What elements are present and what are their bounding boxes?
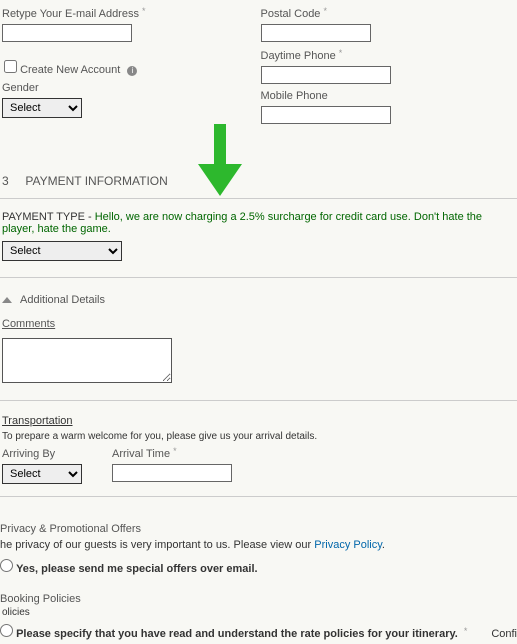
transportation-desc: To prepare a warm welcome for you, pleas… xyxy=(0,429,517,444)
caret-up-icon xyxy=(2,297,12,303)
daytime-phone-label: Daytime Phone xyxy=(261,50,336,62)
offers-label: Yes, please send me special offers over … xyxy=(16,563,258,575)
gender-label: Gender xyxy=(2,82,39,94)
separator xyxy=(0,400,517,401)
postal-code-input[interactable] xyxy=(261,24,371,42)
retype-email-label: Retype Your E-mail Address xyxy=(2,8,139,20)
privacy-policy-link[interactable]: Privacy Policy xyxy=(314,539,382,551)
payment-type-select[interactable]: Select xyxy=(2,241,122,261)
daytime-phone-input[interactable] xyxy=(261,66,391,84)
gender-select[interactable]: Select xyxy=(2,98,82,118)
booking-sub: olicies xyxy=(0,605,517,620)
confirm-fragment: Confi xyxy=(491,628,517,640)
comments-textarea[interactable] xyxy=(2,338,172,383)
section-header-payment: 3 PAYMENT INFORMATION xyxy=(0,154,517,199)
booking-heading: Booking Policies xyxy=(0,579,517,605)
postal-code-label: Postal Code xyxy=(261,8,321,20)
additional-details-label: Additional Details xyxy=(20,294,105,306)
arriving-by-select[interactable]: Select xyxy=(2,464,82,484)
create-account-checkbox[interactable] xyxy=(4,60,17,73)
policies-radio[interactable] xyxy=(0,624,13,637)
transportation-heading: Transportation xyxy=(0,413,517,429)
privacy-text-end: . xyxy=(382,539,385,551)
comments-label: Comments xyxy=(2,318,55,330)
mobile-phone-input[interactable] xyxy=(261,106,391,124)
privacy-heading: Privacy & Promotional Offers xyxy=(0,509,517,535)
mobile-phone-label: Mobile Phone xyxy=(261,90,328,102)
required-asterisk: * xyxy=(464,626,468,636)
required-asterisk: * xyxy=(142,6,146,16)
retype-email-input[interactable] xyxy=(2,24,132,42)
info-icon[interactable]: i xyxy=(127,66,137,76)
separator xyxy=(0,496,517,497)
section-number: 3 xyxy=(2,174,22,188)
payment-type-label: PAYMENT TYPE - xyxy=(2,211,95,223)
separator xyxy=(0,277,517,278)
required-asterisk: * xyxy=(323,6,327,16)
additional-details-toggle[interactable]: Additional Details xyxy=(0,290,517,310)
privacy-text: he privacy of our guests is very importa… xyxy=(0,539,314,551)
create-account-label: Create New Account xyxy=(20,64,120,76)
arrival-time-input[interactable] xyxy=(112,464,232,482)
section-title: PAYMENT INFORMATION xyxy=(25,174,167,188)
required-asterisk: * xyxy=(173,446,177,456)
required-asterisk: * xyxy=(339,48,343,58)
policies-label: Please specify that you have read and un… xyxy=(16,628,458,640)
arriving-by-label: Arriving By xyxy=(2,448,82,460)
arrival-time-label: Arrival Time xyxy=(112,448,170,460)
offers-radio[interactable] xyxy=(0,559,13,572)
